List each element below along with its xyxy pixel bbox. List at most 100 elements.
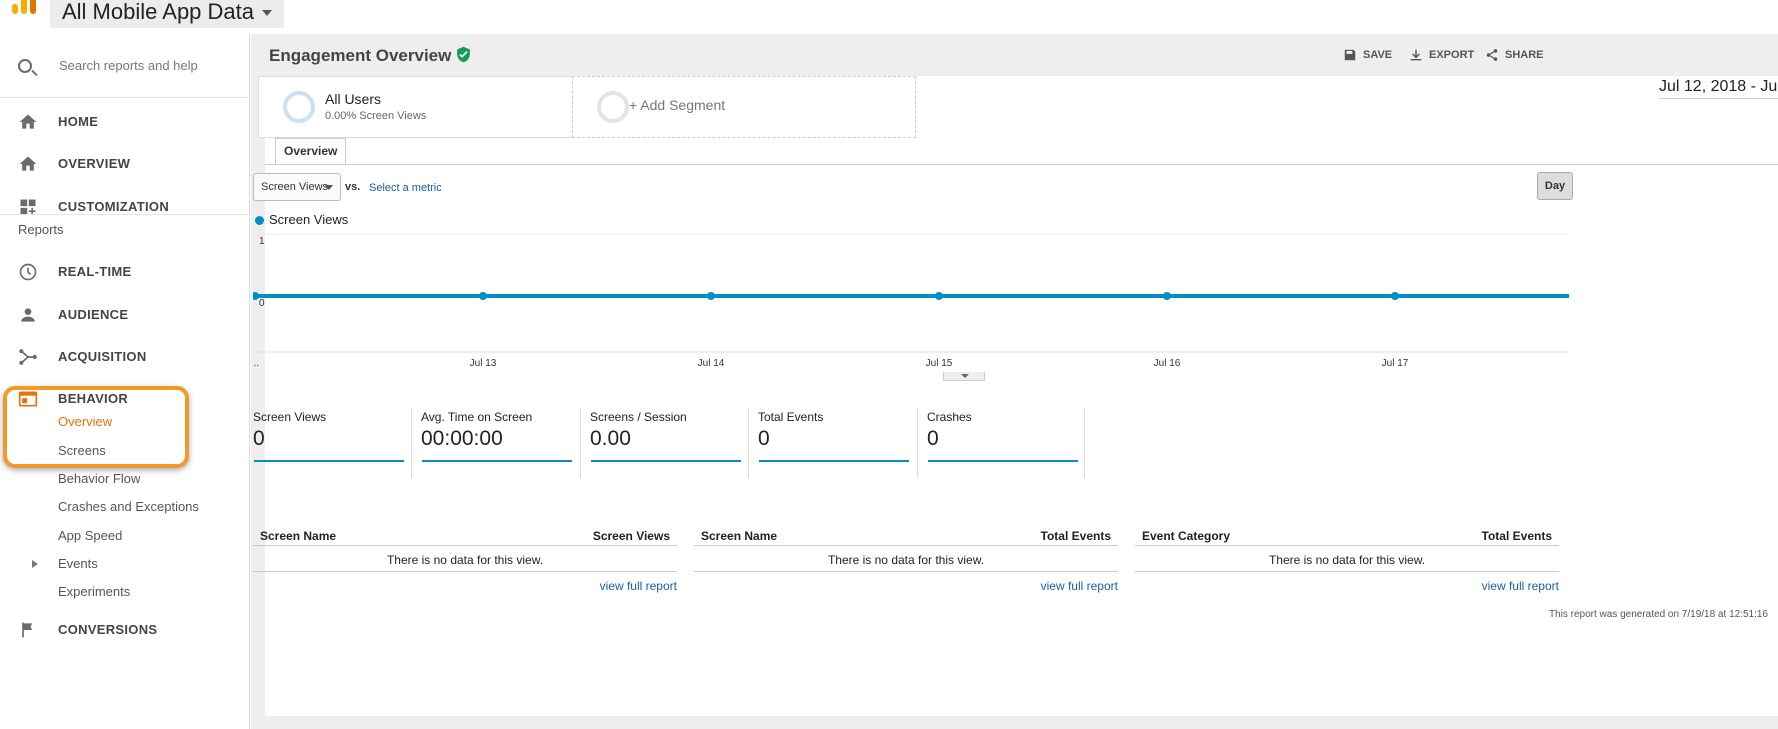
data-point[interactable]: [479, 292, 487, 300]
segment-subtitle: 0.00% Screen Views: [325, 110, 427, 122]
segment-ring-icon: [283, 91, 315, 123]
data-point[interactable]: [935, 292, 943, 300]
sidebar-item-label: REAL-TIME: [58, 264, 132, 279]
scorecard-label: Total Events: [758, 410, 824, 424]
sidebar-item-label: AUDIENCE: [58, 307, 129, 322]
sidebar-subitem-experiments[interactable]: Experiments: [58, 584, 130, 599]
save-button[interactable]: SAVE: [1343, 48, 1392, 62]
legend-label: Screen Views: [269, 212, 349, 227]
scorecard-avg-time[interactable]: Avg. Time on Screen 00:00:00: [411, 408, 579, 478]
export-label: EXPORT: [1429, 48, 1475, 61]
report-panel: All Users 0.00% Screen Views + Add Segme…: [253, 76, 1778, 716]
sidebar-subitem-behavior-flow[interactable]: Behavior Flow: [58, 471, 140, 486]
scorecard-value: 0: [758, 427, 770, 450]
chevron-down-icon: [262, 10, 272, 17]
legend-dot: [255, 216, 264, 225]
chevron-down-icon: [325, 185, 333, 190]
data-point[interactable]: [1391, 292, 1399, 300]
view-full-report-link[interactable]: view full report: [600, 579, 677, 593]
sidebar-item-label: OVERVIEW: [58, 156, 131, 171]
x-tick-label: Jul 14: [698, 358, 725, 369]
date-range-picker[interactable]: Jul 12, 2018 - Ju: [1659, 78, 1777, 96]
sidebar-subitem-app-speed[interactable]: App Speed: [58, 528, 122, 543]
y-tick-label: 0: [259, 298, 265, 309]
expand-caret-icon[interactable]: [32, 560, 38, 568]
chart-collapse-handle[interactable]: [943, 372, 985, 381]
scorecard-label: Screens / Session: [590, 410, 687, 424]
table-header: Event Category Total Events: [1135, 526, 1559, 546]
view-full-report-link[interactable]: view full report: [1482, 579, 1559, 593]
sidebar-divider: [0, 214, 250, 215]
sidebar-item-conversions[interactable]: CONVERSIONS: [0, 606, 250, 654]
add-segment-label: + Add Segment: [629, 97, 726, 113]
table-column-header: Screen Name: [260, 529, 337, 543]
sidebar-item-label: HOME: [58, 114, 99, 129]
table-empty-message: There is no data for this view.: [1268, 553, 1426, 567]
page-title: Engagement Overview: [269, 46, 452, 65]
flag-icon: [22, 622, 33, 638]
table-header: Screen Name Screen Views: [253, 526, 677, 546]
day-button[interactable]: Day: [1537, 172, 1573, 200]
sidebar: Search reports and help HOME OVERVIEW CU…: [0, 34, 250, 729]
scorecard-label: Avg. Time on Screen: [421, 410, 533, 424]
scorecard-screen-views[interactable]: Screen Views 0: [253, 408, 421, 478]
segment-all-users[interactable]: All Users 0.00% Screen Views: [258, 76, 602, 138]
scorecard-value: 0: [253, 427, 265, 450]
share-button[interactable]: SHARE: [1485, 48, 1544, 62]
sidebar-item-overview[interactable]: OVERVIEW: [0, 140, 250, 188]
metric-select[interactable]: Screen Views: [253, 173, 341, 201]
table-column-header: Total Events: [1040, 529, 1111, 543]
table-header: Screen Name Total Events: [694, 526, 1118, 546]
sidebar-subitem-crashes[interactable]: Crashes and Exceptions: [58, 499, 199, 514]
data-point[interactable]: [1163, 292, 1171, 300]
data-point[interactable]: [707, 292, 715, 300]
table-column-header: Screen Views: [592, 529, 670, 543]
search-icon: [18, 59, 32, 73]
table-column-header: Event Category: [1142, 529, 1231, 543]
sidebar-item-acquisition[interactable]: ACQUISITION: [0, 333, 250, 381]
view-full-report-link[interactable]: view full report: [1041, 579, 1118, 593]
table-divider: [1135, 571, 1559, 572]
scorecard-value: 0: [927, 427, 939, 450]
metric-select-value: Screen Views: [261, 181, 329, 193]
share-icon: [1486, 49, 1498, 61]
person-icon: [21, 308, 35, 322]
x-tick-label: Jul 16: [1154, 358, 1181, 369]
home-icon: [19, 156, 37, 171]
scorecard-label: Crashes: [927, 410, 972, 424]
sidebar-item-realtime[interactable]: REAL-TIME: [0, 248, 250, 296]
select-metric-link[interactable]: Select a metric: [369, 182, 442, 194]
table-column-header: Screen Name: [701, 529, 778, 543]
sidebar-item-label: ACQUISITION: [58, 349, 147, 364]
download-icon: [1410, 49, 1422, 61]
sidebar-item-home[interactable]: HOME: [0, 98, 250, 146]
verified-shield-icon: [457, 46, 470, 63]
x-tick-label: Jul 15: [926, 358, 953, 369]
search-box[interactable]: Search reports and help: [0, 34, 250, 98]
table-empty-message: There is no data for this view.: [827, 553, 985, 567]
scorecard-screens-per-session[interactable]: Screens / Session 0.00: [580, 408, 748, 478]
line-chart: 1 0... Jul 13 Jul 14 Jul 15 Jul 16 Jul 17: [253, 234, 1569, 369]
scorecard-label: Screen Views: [253, 410, 327, 424]
scorecard-crashes[interactable]: Crashes 0: [917, 408, 1085, 478]
tab-overview[interactable]: Overview: [275, 138, 347, 165]
export-button[interactable]: EXPORT: [1409, 48, 1474, 62]
account-selector-label: All Mobile App Data: [62, 0, 254, 24]
scorecard-value: 0.00: [590, 427, 631, 450]
add-segment-button[interactable]: + Add Segment: [572, 76, 916, 138]
reports-section-label: Reports: [18, 222, 64, 237]
save-label: SAVE: [1363, 48, 1393, 61]
sidebar-subitem-events[interactable]: Events: [58, 556, 98, 571]
share-label: SHARE: [1505, 48, 1544, 61]
acquisition-icon: [19, 349, 37, 365]
report-generated-note: This report was generated on 7/19/18 at …: [1548, 609, 1768, 620]
clock-icon: [19, 263, 37, 281]
search-input[interactable]: Search reports and help: [59, 58, 198, 73]
account-selector[interactable]: All Mobile App Data: [50, 0, 284, 28]
table-empty-message: There is no data for this view.: [386, 553, 544, 567]
x-tick-label: ...: [253, 358, 259, 369]
y-tick-label: 1: [259, 236, 265, 247]
sidebar-item-audience[interactable]: AUDIENCE: [0, 291, 250, 339]
analytics-logo-icon[interactable]: [8, 0, 36, 20]
scorecard-total-events[interactable]: Total Events 0: [748, 408, 916, 478]
